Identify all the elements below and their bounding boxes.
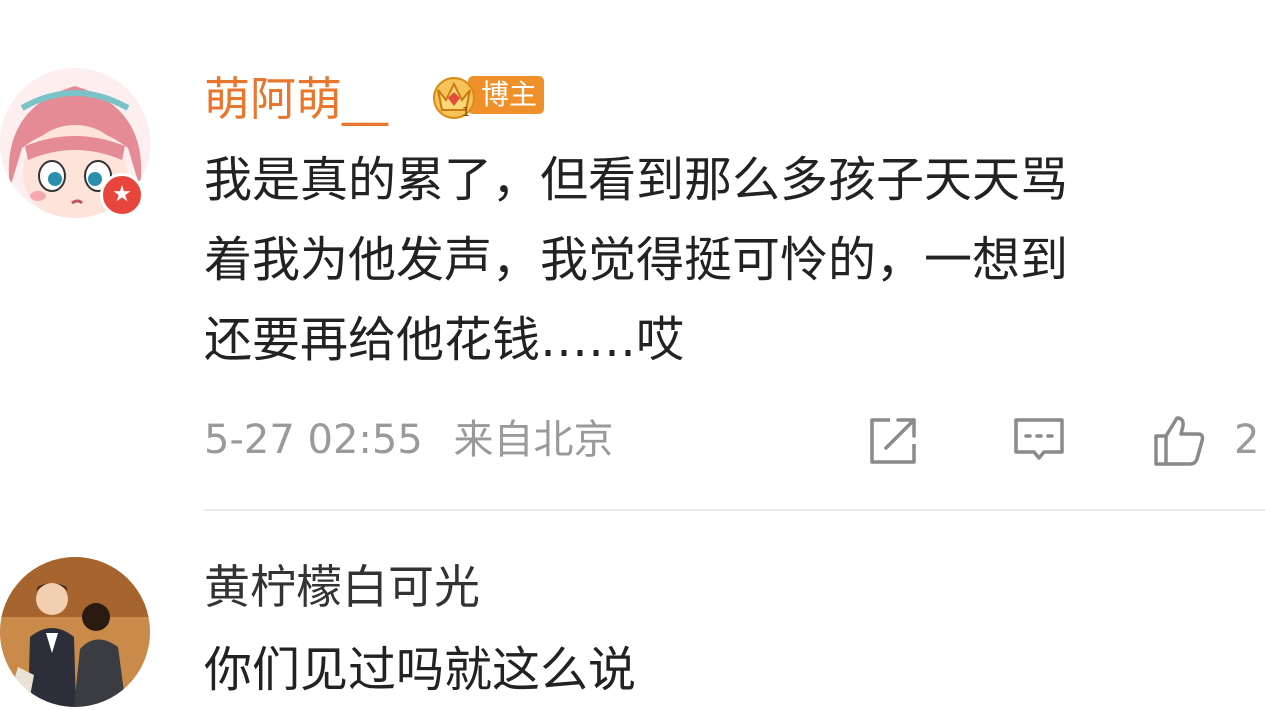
blogger-badge: 博主 1: [428, 70, 546, 122]
comment-item: 黄柠檬白可光 你们见过吗就这么说: [0, 512, 1265, 707]
username[interactable]: 萌阿萌__: [204, 76, 388, 122]
avatar[interactable]: [0, 557, 150, 707]
comment-body-line: 还要再给他花钱……哎: [204, 312, 685, 368]
comment-body: 你们见过吗就这么说: [204, 630, 1244, 710]
repost-icon[interactable]: [864, 412, 922, 470]
timestamp: 5-27 02:55: [204, 417, 423, 463]
svg-text:1: 1: [462, 105, 470, 119]
divider: [204, 509, 1265, 511]
comment-body-line: 着我为他发声，我觉得挺可怜的，一想到: [204, 232, 1069, 288]
verified-star-icon: ★: [100, 173, 144, 217]
comment-icon[interactable]: [1010, 412, 1068, 470]
comment-body: 我是真的累了，但看到那么多孩子天天骂 着我为他发声，我觉得挺可怜的，一想到 还要…: [204, 140, 1244, 380]
thumbs-up-icon[interactable]: [1150, 412, 1208, 470]
username[interactable]: 黄柠檬白可光: [204, 564, 480, 610]
comment-item: ★ 萌阿萌__ 博主 1 我是真的累了，但看到那么多孩子天天骂 着我为他发声，我…: [0, 0, 1265, 512]
crown-icon: 1: [433, 77, 475, 119]
avatar-photo: [0, 557, 150, 707]
comment-body-line: 你们见过吗就这么说: [204, 642, 637, 698]
location: 来自北京: [453, 417, 614, 463]
comment-body-line: 我是真的累了，但看到那么多孩子天天骂: [204, 152, 1069, 208]
comment-meta: 5-27 02:55 来自北京: [204, 420, 614, 460]
like-count: 2: [1234, 417, 1260, 463]
